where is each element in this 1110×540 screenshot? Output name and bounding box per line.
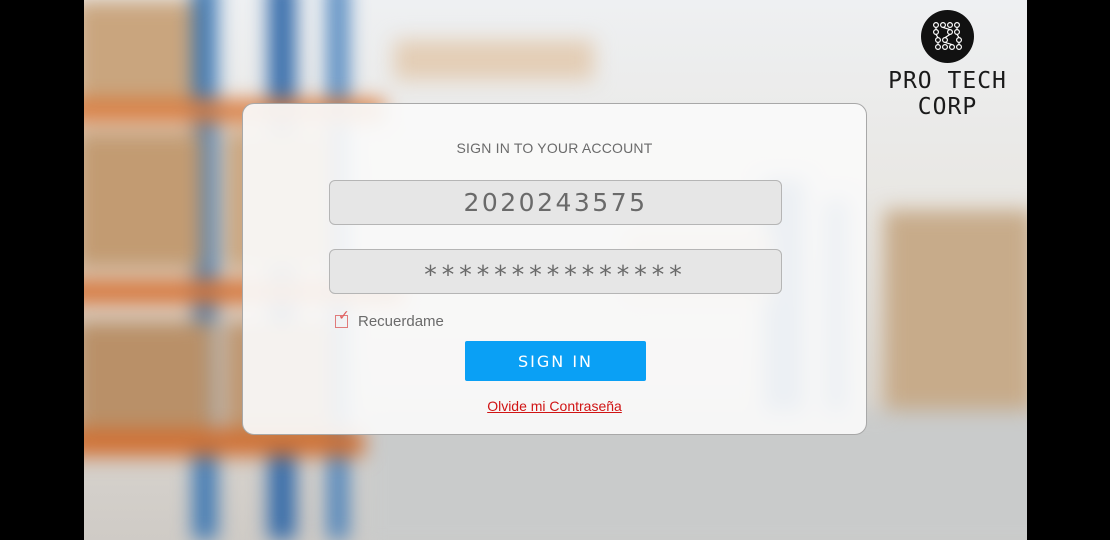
username-value: 2020243575	[463, 188, 648, 217]
remember-label: Recuerdame	[358, 312, 444, 330]
username-field[interactable]: 2020243575	[329, 180, 782, 225]
brand-name-line2: CORP	[917, 94, 978, 120]
brand-name: PRO TECH CORP	[860, 68, 1035, 120]
sign-in-button[interactable]: SIGN IN	[465, 341, 646, 381]
forgot-password-label[interactable]: Olvide mi Contraseña	[487, 398, 622, 414]
checkmark-icon: ✓	[338, 307, 350, 324]
remember-me[interactable]: ✓ Recuerdame	[335, 309, 444, 330]
brand-name-line1: PRO TECH	[888, 68, 1007, 94]
password-field[interactable]: ***************	[329, 249, 782, 294]
forgot-password-link[interactable]: Olvide mi Contraseña	[243, 398, 866, 414]
login-title: SIGN IN TO YOUR ACCOUNT	[456, 140, 653, 156]
password-value: ***************	[424, 260, 687, 289]
left-letterbox	[0, 0, 84, 540]
remember-checkbox[interactable]: ✓	[335, 309, 350, 328]
login-card: SIGN IN TO YOUR ACCOUNT 2020243575 *****…	[242, 103, 867, 435]
circuit-logo-icon	[921, 10, 974, 63]
right-letterbox	[1027, 0, 1110, 540]
circuit-logo-graphic	[933, 22, 962, 50]
